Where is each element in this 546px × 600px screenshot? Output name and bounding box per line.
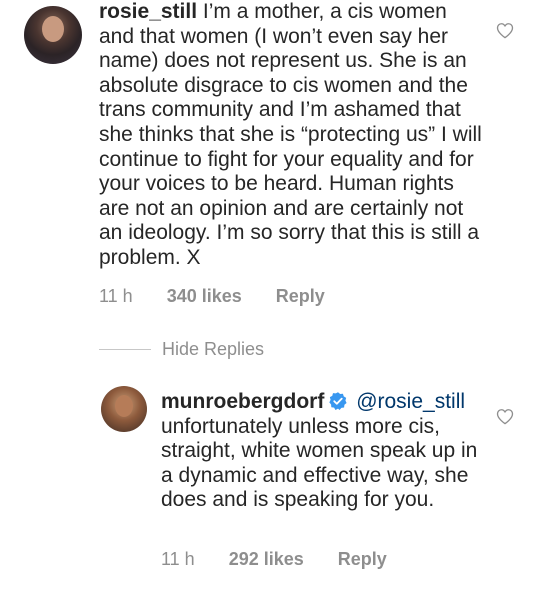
reply-button[interactable]: Reply — [276, 286, 325, 306]
reply-likes[interactable]: 292 likes — [229, 549, 304, 569]
reply-button[interactable]: Reply — [338, 549, 387, 569]
avatar[interactable] — [24, 6, 82, 64]
comment-username[interactable]: rosie_still — [99, 0, 197, 23]
verified-badge-icon — [329, 392, 347, 410]
comment-text: I’m a mother, a cis women and that women… — [99, 0, 482, 269]
reply-meta: 11 h 292 likes Reply — [161, 549, 421, 570]
comment-likes[interactable]: 340 likes — [167, 286, 242, 306]
heart-icon[interactable] — [496, 22, 514, 39]
hide-replies-toggle[interactable]: Hide Replies — [99, 339, 264, 359]
comment-body: rosie_still I’m a mother, a cis women an… — [99, 0, 484, 271]
reply-time: 11 h — [161, 549, 195, 569]
avatar[interactable] — [101, 386, 147, 432]
comment-meta: 11 h 340 likes Reply — [99, 286, 359, 307]
reply-text: unfortunately unless more cis, straight,… — [161, 414, 478, 512]
mention-link[interactable]: @rosie_still — [356, 390, 465, 413]
comment-time: 11 h — [99, 286, 133, 306]
reply-body: munroebergdorf @rosie_still unfortunatel… — [161, 390, 491, 513]
heart-icon[interactable] — [496, 408, 514, 425]
divider-line — [99, 348, 151, 350]
hide-replies-label[interactable]: Hide Replies — [162, 339, 264, 360]
reply-username[interactable]: munroebergdorf — [161, 390, 324, 413]
